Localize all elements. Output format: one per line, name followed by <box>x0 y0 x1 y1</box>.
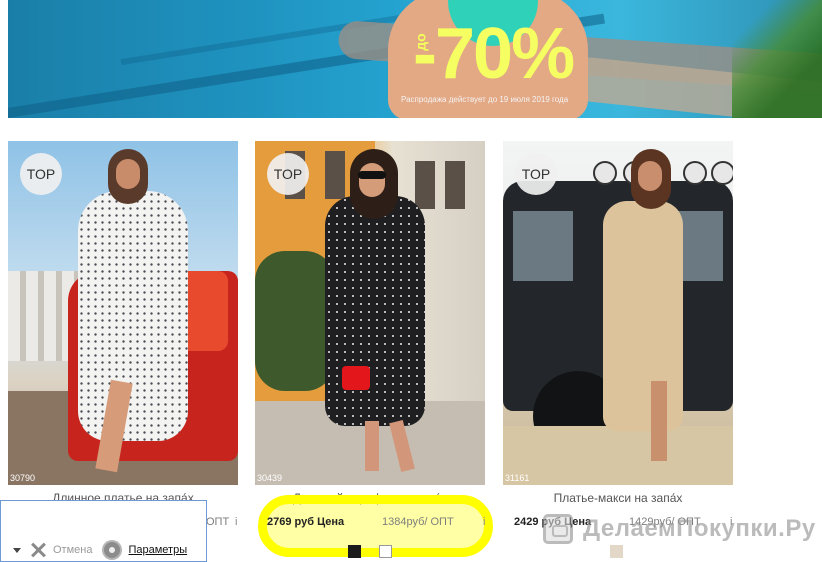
article-number: 30790 <box>10 473 36 483</box>
opt-price: 1384руб/ ОПТ <box>382 516 454 528</box>
product-card[interactable]: TOP 30439 <box>255 141 485 485</box>
product-photo <box>78 191 188 441</box>
popup-toolbar: Отмена Параметры <box>1 539 206 561</box>
palm-leaf-decor <box>732 0 822 118</box>
settings-button[interactable]: Параметры <box>128 544 187 556</box>
photo-decor <box>255 251 335 391</box>
promo-banner[interactable]: до -70% Распродажа действует до 19 июля … <box>8 0 822 118</box>
photo-decor <box>415 161 435 209</box>
close-icon[interactable] <box>31 543 45 557</box>
product-title[interactable]: Платье-макси на запа́х <box>503 491 733 505</box>
photo-decor <box>342 366 370 390</box>
photo-decor <box>513 211 573 281</box>
product-photo <box>325 196 425 426</box>
photo-decor <box>711 161 733 185</box>
photo-decor <box>651 381 667 461</box>
capture-popup: Отмена Параметры <box>0 500 207 562</box>
product-card[interactable]: TOP 30790 <box>8 141 238 485</box>
product-card[interactable]: TOP 31161 <box>503 141 733 485</box>
cart-logo-icon <box>543 514 573 544</box>
cancel-button[interactable]: Отмена <box>53 544 92 556</box>
chevron-down-icon[interactable] <box>13 547 21 553</box>
retail-price: 2769 руб Цена <box>267 516 345 528</box>
article-number: 30439 <box>257 473 283 483</box>
top-badge: TOP <box>267 153 309 195</box>
watermark: ДелаемПокупки.Ру <box>543 514 816 544</box>
photo-decor <box>116 159 140 189</box>
photo-decor <box>638 161 662 191</box>
promo-discount: -70% <box>413 14 575 94</box>
photo-decor <box>358 171 386 179</box>
color-swatch-white[interactable] <box>379 545 392 558</box>
opt-price: ОПТ <box>206 516 230 528</box>
product-photo <box>603 201 683 431</box>
price-info-icon[interactable]: i <box>235 516 237 528</box>
photo-decor <box>365 421 379 471</box>
top-badge: TOP <box>20 153 62 195</box>
photo-decor <box>445 161 465 209</box>
photo-decor <box>683 161 707 185</box>
color-swatch-beige[interactable] <box>610 545 623 558</box>
photo-decor <box>503 426 733 485</box>
photo-decor <box>325 151 345 199</box>
top-badge: TOP <box>515 153 557 195</box>
color-swatch-black[interactable] <box>348 545 361 558</box>
gear-icon[interactable] <box>104 542 121 558</box>
price-info-icon[interactable]: i <box>483 516 485 528</box>
promo-note: Распродажа действует до 19 июля 2019 год… <box>401 95 569 104</box>
photo-decor <box>359 163 385 197</box>
article-number: 31161 <box>505 473 530 483</box>
watermark-text: ДелаемПокупки.Ру <box>583 515 816 542</box>
photo-decor <box>593 161 617 185</box>
